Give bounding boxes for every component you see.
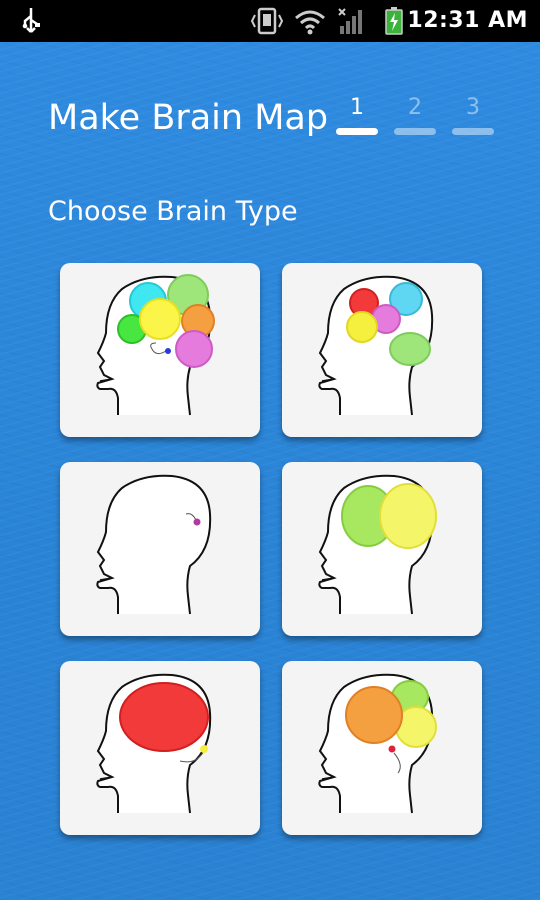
head-brain-icon: [318, 673, 437, 814]
brain-type-button-two-lobes[interactable]: [282, 462, 482, 636]
battery-charging-icon: [385, 7, 403, 35]
clock: 12:31 AM: [407, 8, 528, 33]
step-2: 2: [394, 94, 436, 135]
brain-type-button-big-red[interactable]: [60, 661, 260, 835]
status-bar: 12:31 AM: [0, 0, 540, 42]
head-brain-icon: [96, 274, 215, 416]
head-brain-icon: [96, 673, 212, 814]
step-bar: [394, 128, 436, 135]
vibrate-icon: [250, 7, 284, 35]
app-screen: Make Brain Map 1 2 3 Choose Brain Type: [0, 42, 540, 900]
step-number: 1: [350, 95, 364, 120]
step-bar: [452, 128, 494, 135]
usb-icon: [22, 8, 40, 33]
step-number: 3: [466, 95, 480, 120]
step-number: 2: [408, 95, 422, 120]
step-bar: [336, 128, 378, 135]
brain-type-button-full-color[interactable]: [60, 263, 260, 437]
wifi-icon: [295, 10, 325, 35]
section-label: Choose Brain Type: [48, 196, 298, 227]
step-3: 3: [452, 94, 494, 135]
step-indicator: 1 2 3: [336, 94, 506, 144]
head-brain-icon: [318, 275, 434, 416]
brain-type-button-mixed[interactable]: [282, 661, 482, 835]
head-brain-icon: [96, 474, 212, 615]
brain-type-button-empty[interactable]: [60, 462, 260, 636]
signal-icon: [338, 8, 362, 34]
step-1: 1: [336, 94, 378, 135]
page-title: Make Brain Map: [48, 98, 329, 138]
brain-type-button-scattered[interactable]: [282, 263, 482, 437]
head-brain-icon: [318, 474, 437, 615]
